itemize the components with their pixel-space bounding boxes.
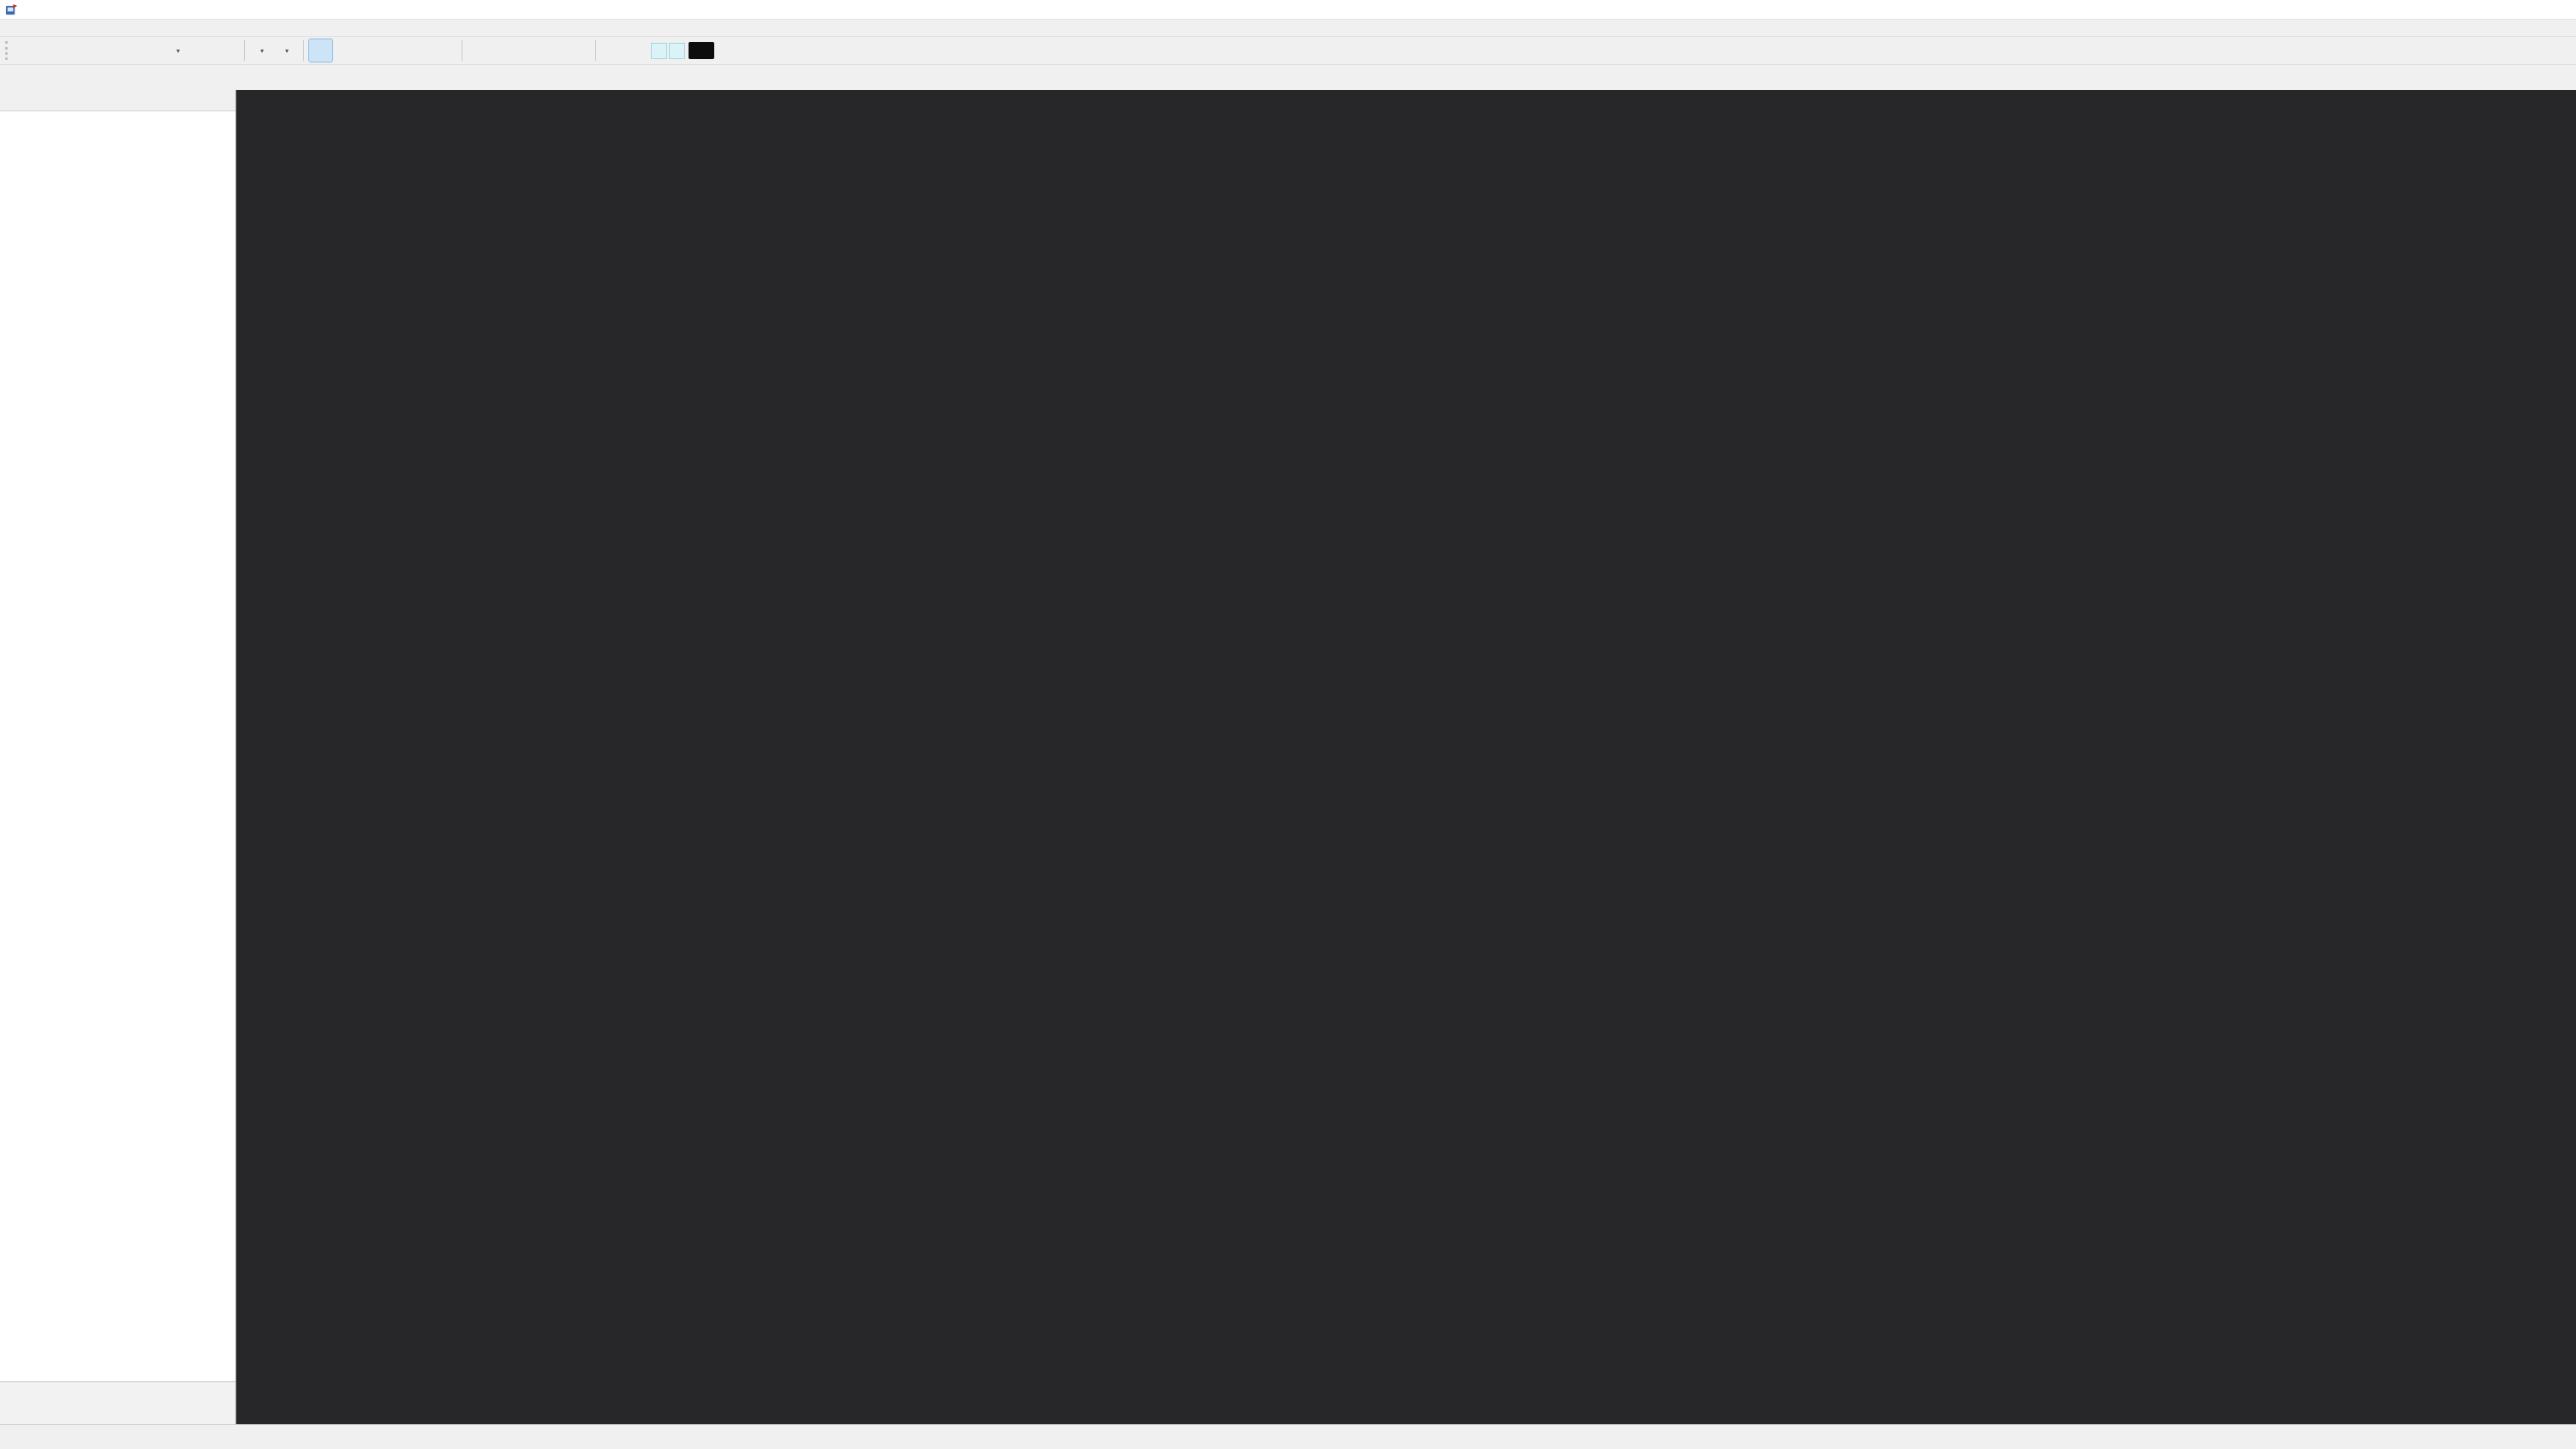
table-colors-icon[interactable] — [358, 39, 383, 63]
dlubal-connect-icon[interactable] — [66, 39, 91, 63]
menu-bar — [0, 20, 2576, 37]
save-icon[interactable] — [140, 39, 165, 63]
toolbar-separator — [244, 40, 245, 61]
toolbar-separator — [303, 40, 304, 61]
rstab-application-window: ▾ ▾ ▾ — [0, 0, 2576, 1449]
knot-rotate-icon[interactable] — [516, 39, 541, 63]
navigator-toggle-icon[interactable] — [308, 39, 333, 63]
navigator-panel — [0, 90, 236, 1425]
knot-solid-icon[interactable] — [541, 39, 566, 63]
self-weight-button[interactable] — [689, 42, 714, 59]
sc-console-icon[interactable] — [408, 39, 432, 63]
insert-node-load-icon[interactable] — [600, 39, 625, 63]
print-icon[interactable]: ▾ — [165, 39, 190, 63]
app-logo-icon — [5, 3, 18, 16]
minimize-button[interactable] — [2473, 0, 2507, 19]
display-navigator-tree — [0, 111, 236, 1381]
insert-member-load-icon[interactable] — [625, 39, 650, 63]
status-bar — [0, 1424, 2576, 1449]
navigator-tab-strip — [0, 1381, 236, 1425]
knot-circle-icon[interactable] — [492, 39, 516, 63]
color-swatch-2[interactable] — [669, 42, 685, 59]
copy-table-icon[interactable] — [215, 39, 240, 63]
standard-toolbar: ▾ ▾ ▾ — [0, 37, 2576, 65]
viewport-3d[interactable] — [236, 90, 2576, 1425]
network-project-icon[interactable] — [91, 39, 116, 63]
console-icon[interactable] — [383, 39, 408, 63]
mini-table-icon[interactable] — [432, 39, 457, 63]
color-swatch-1[interactable] — [651, 42, 667, 59]
tables-toggle-icon[interactable] — [333, 39, 358, 63]
knot-open-icon[interactable] — [467, 39, 492, 63]
undo-icon[interactable]: ▾ — [249, 39, 274, 63]
model-3d-scene[interactable] — [236, 90, 493, 218]
close-button[interactable] — [2542, 0, 2576, 19]
new-model-icon[interactable] — [16, 39, 41, 63]
toolbar-grip — [5, 41, 13, 60]
redo-icon[interactable]: ▾ — [274, 39, 299, 63]
maximize-button[interactable] — [2507, 0, 2542, 19]
navigator-header — [0, 90, 236, 111]
toolbar-separator — [595, 40, 596, 61]
knot-box-icon[interactable] — [566, 39, 591, 63]
generate-model-icon[interactable] — [190, 39, 215, 63]
title-bar — [0, 0, 2576, 20]
save-data-icon[interactable] — [116, 39, 140, 63]
open-model-icon[interactable] — [41, 39, 66, 63]
